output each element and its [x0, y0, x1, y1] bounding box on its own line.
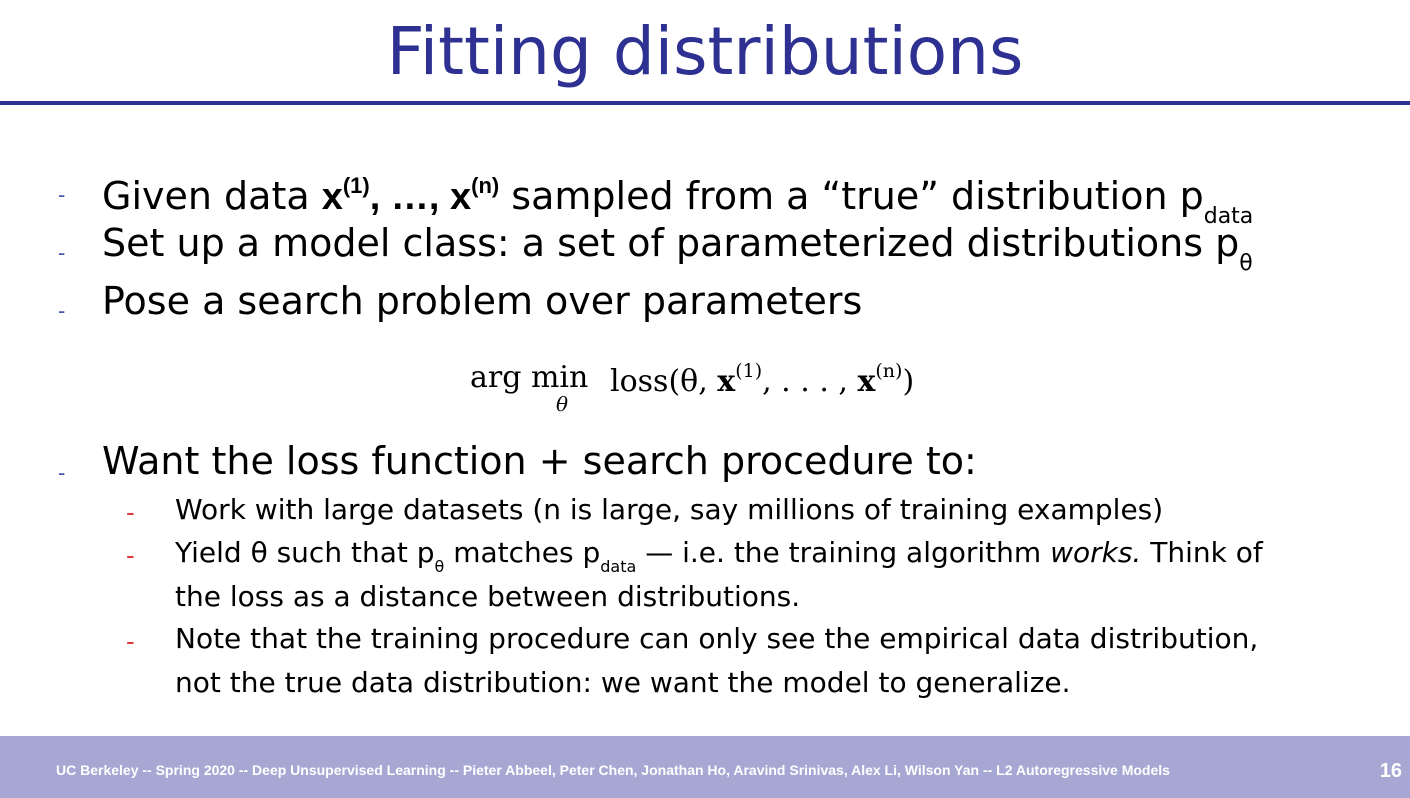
bullet-dash-1: -: [58, 182, 66, 207]
subbullet-2-c: — i.e. the training algorithm: [636, 536, 1051, 569]
bullet-4: Want the loss function + search procedur…: [102, 439, 977, 483]
bullet-dash-2: -: [58, 240, 66, 265]
formula-supn: (n): [875, 360, 903, 382]
formula-theta-under: θ: [556, 392, 569, 416]
subbullet-dash-2: -: [126, 540, 135, 570]
bullet-1-xn: x: [449, 176, 472, 218]
subbullet-2-b: matches p: [444, 536, 601, 569]
page-number: 16: [1379, 760, 1402, 782]
bullet-dash-4: -: [58, 460, 66, 485]
bullet-2: Set up a model class: a set of parameter…: [102, 221, 1253, 286]
slide-footer: UC Berkeley -- Spring 2020 -- Deep Unsup…: [0, 736, 1410, 798]
title-divider: [0, 101, 1410, 105]
formula-x1: x: [717, 364, 736, 399]
formula-expression: loss(θ, x(1), . . . , x(n)): [610, 360, 914, 399]
subbullet-2-b-sub: data: [600, 557, 637, 576]
bullet-1-x1-sup: (1): [342, 173, 370, 198]
bullet-1-ellipsis: , …,: [369, 176, 450, 218]
formula-part-c: ): [902, 364, 915, 399]
formula-part-b: , . . . ,: [762, 364, 858, 399]
subbullet-1: Work with large datasets (n is large, sa…: [175, 493, 1164, 526]
subbullet-2-em: works.: [1050, 536, 1142, 569]
footer-credits: UC Berkeley -- Spring 2020 -- Deep Unsup…: [56, 762, 1170, 778]
bullet-1-xn-sup: (n): [471, 173, 500, 198]
subbullet-dash-3: -: [126, 626, 135, 656]
bullet-1-x1: x: [321, 176, 343, 218]
subbullet-2-line-2: the loss as a distance between distribut…: [175, 580, 801, 613]
bullet-3: Pose a search problem over parameters: [102, 279, 863, 323]
subbullet-2-d: Think of: [1141, 536, 1263, 569]
formula-sup1: (1): [735, 360, 763, 382]
formula-argmin: arg min: [470, 360, 589, 395]
subbullet-3-line-1: Note that the training procedure can onl…: [175, 622, 1259, 655]
subbullet-3-line-2: not the true data distribution: we want …: [175, 666, 1071, 699]
subbullet-2-line-1: Yield θ such that pθ matches pdata — i.e…: [175, 536, 1263, 584]
bullet-dash-3: -: [58, 298, 66, 323]
bullet-1-text-a: Given data: [102, 174, 322, 218]
formula-part-a: loss(θ,: [610, 364, 718, 399]
subbullet-2-a: Yield θ such that p: [175, 536, 435, 569]
argmin-formula: arg min θ loss(θ, x(1), . . . , x(n)): [470, 354, 950, 416]
bullet-2-text: Set up a model class: a set of parameter…: [102, 221, 1240, 265]
bullet-2-sub: θ: [1239, 251, 1253, 276]
slide-title: Fitting distributions: [386, 13, 1024, 90]
subbullet-dash-1: -: [126, 497, 135, 527]
subbullet-2-a-sub: θ: [434, 557, 445, 576]
formula-xn: x: [857, 364, 876, 399]
bullet-1-text-b: sampled from a “true” distribution p: [499, 174, 1204, 218]
